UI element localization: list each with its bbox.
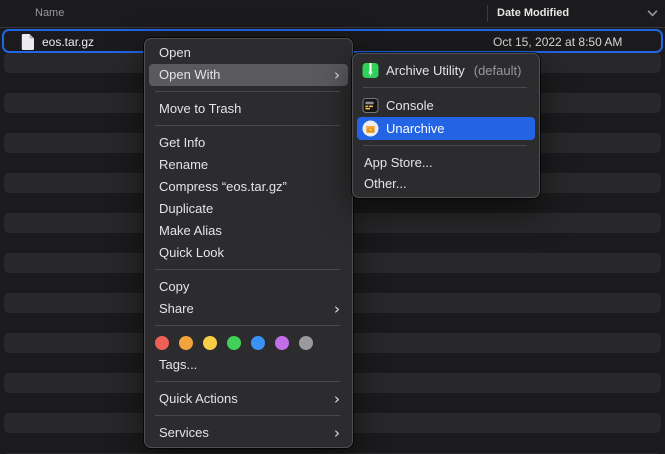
submenu-item-other[interactable]: Other... [353, 173, 539, 194]
menu-item-duplicate[interactable]: Duplicate [145, 198, 352, 220]
menu-item-rename[interactable]: Rename [145, 154, 352, 176]
menu-separator [353, 82, 539, 94]
menu-item-label: Open With [159, 64, 220, 86]
list-header: Name Date Modified [0, 0, 665, 28]
tag-color-dot[interactable] [299, 336, 313, 350]
menu-item-share[interactable]: Share › [145, 298, 352, 320]
column-header-name[interactable]: Name [35, 7, 64, 19]
submenu-item-label: Other... [364, 176, 407, 191]
chevron-right-icon: › [334, 298, 340, 320]
submenu-item-archive-utility[interactable]: Archive Utility (default) [353, 58, 539, 82]
file-date-modified: Oct 15, 2022 at 8:50 AM [493, 35, 622, 49]
menu-item-label: Move to Trash [159, 98, 241, 120]
menu-separator [145, 120, 352, 132]
column-header-date-modified[interactable]: Date Modified [497, 7, 569, 19]
menu-item-label: Services [159, 422, 209, 444]
menu-item-tags[interactable]: Tags... [145, 354, 352, 376]
menu-separator [145, 376, 352, 388]
menu-item-label: Open [159, 42, 191, 64]
submenu-item-label: Unarchive [386, 121, 445, 136]
menu-item-compress[interactable]: Compress “eos.tar.gz” [145, 176, 352, 198]
menu-item-open-with[interactable]: Open With › [149, 64, 348, 86]
submenu-item-label: App Store... [364, 155, 433, 170]
menu-item-quick-actions[interactable]: Quick Actions › [145, 388, 352, 410]
submenu-item-app-store[interactable]: App Store... [353, 152, 539, 173]
column-divider[interactable] [487, 5, 488, 22]
tag-color-dot[interactable] [155, 336, 169, 350]
menu-item-services[interactable]: Services › [145, 422, 352, 444]
finder-window: Name Date Modified eos.tar.gz Oct 15, 20… [0, 0, 665, 454]
menu-item-move-to-trash[interactable]: Move to Trash [145, 98, 352, 120]
chevron-right-icon: › [334, 64, 340, 86]
menu-item-label: Duplicate [159, 198, 213, 220]
context-menu: Open Open With › Move to Trash Get Info … [144, 38, 353, 448]
menu-item-label: Rename [159, 154, 208, 176]
archive-utility-icon [362, 62, 379, 79]
document-file-icon [21, 34, 34, 50]
menu-item-label: Quick Look [159, 242, 224, 264]
menu-item-make-alias[interactable]: Make Alias [145, 220, 352, 242]
menu-item-label: Quick Actions [159, 388, 238, 410]
menu-item-label: Copy [159, 276, 189, 298]
menu-item-open[interactable]: Open [145, 42, 352, 64]
menu-separator [145, 320, 352, 332]
tag-color-dots [145, 332, 352, 354]
menu-item-label: Make Alias [159, 220, 222, 242]
tag-color-dot[interactable] [275, 336, 289, 350]
console-icon [362, 97, 379, 114]
file-name: eos.tar.gz [42, 35, 94, 49]
open-with-submenu: Archive Utility (default) Console [352, 53, 540, 198]
tag-color-dot[interactable] [179, 336, 193, 350]
chevron-right-icon: › [334, 388, 340, 410]
menu-item-label: Share [159, 298, 194, 320]
chevron-right-icon: › [334, 422, 340, 444]
menu-separator [145, 410, 352, 422]
menu-item-label: Tags... [159, 354, 197, 376]
menu-item-get-info[interactable]: Get Info [145, 132, 352, 154]
default-app-suffix: (default) [474, 63, 522, 78]
tag-color-dot[interactable] [203, 336, 217, 350]
menu-separator [145, 264, 352, 276]
menu-item-quick-look[interactable]: Quick Look [145, 242, 352, 264]
unarchive-icon [362, 120, 379, 137]
menu-separator [353, 140, 539, 152]
menu-item-label: Get Info [159, 132, 205, 154]
menu-separator [145, 86, 352, 98]
tag-color-dot[interactable] [227, 336, 241, 350]
menu-item-copy[interactable]: Copy [145, 276, 352, 298]
sort-direction-chevron-down-icon[interactable] [647, 10, 658, 17]
submenu-item-label: Archive Utility [386, 63, 465, 78]
submenu-item-label: Console [386, 98, 434, 113]
menu-item-label: Compress “eos.tar.gz” [159, 176, 287, 198]
submenu-item-console[interactable]: Console [353, 94, 539, 117]
tag-color-dot[interactable] [251, 336, 265, 350]
submenu-item-unarchive[interactable]: Unarchive [357, 117, 535, 140]
